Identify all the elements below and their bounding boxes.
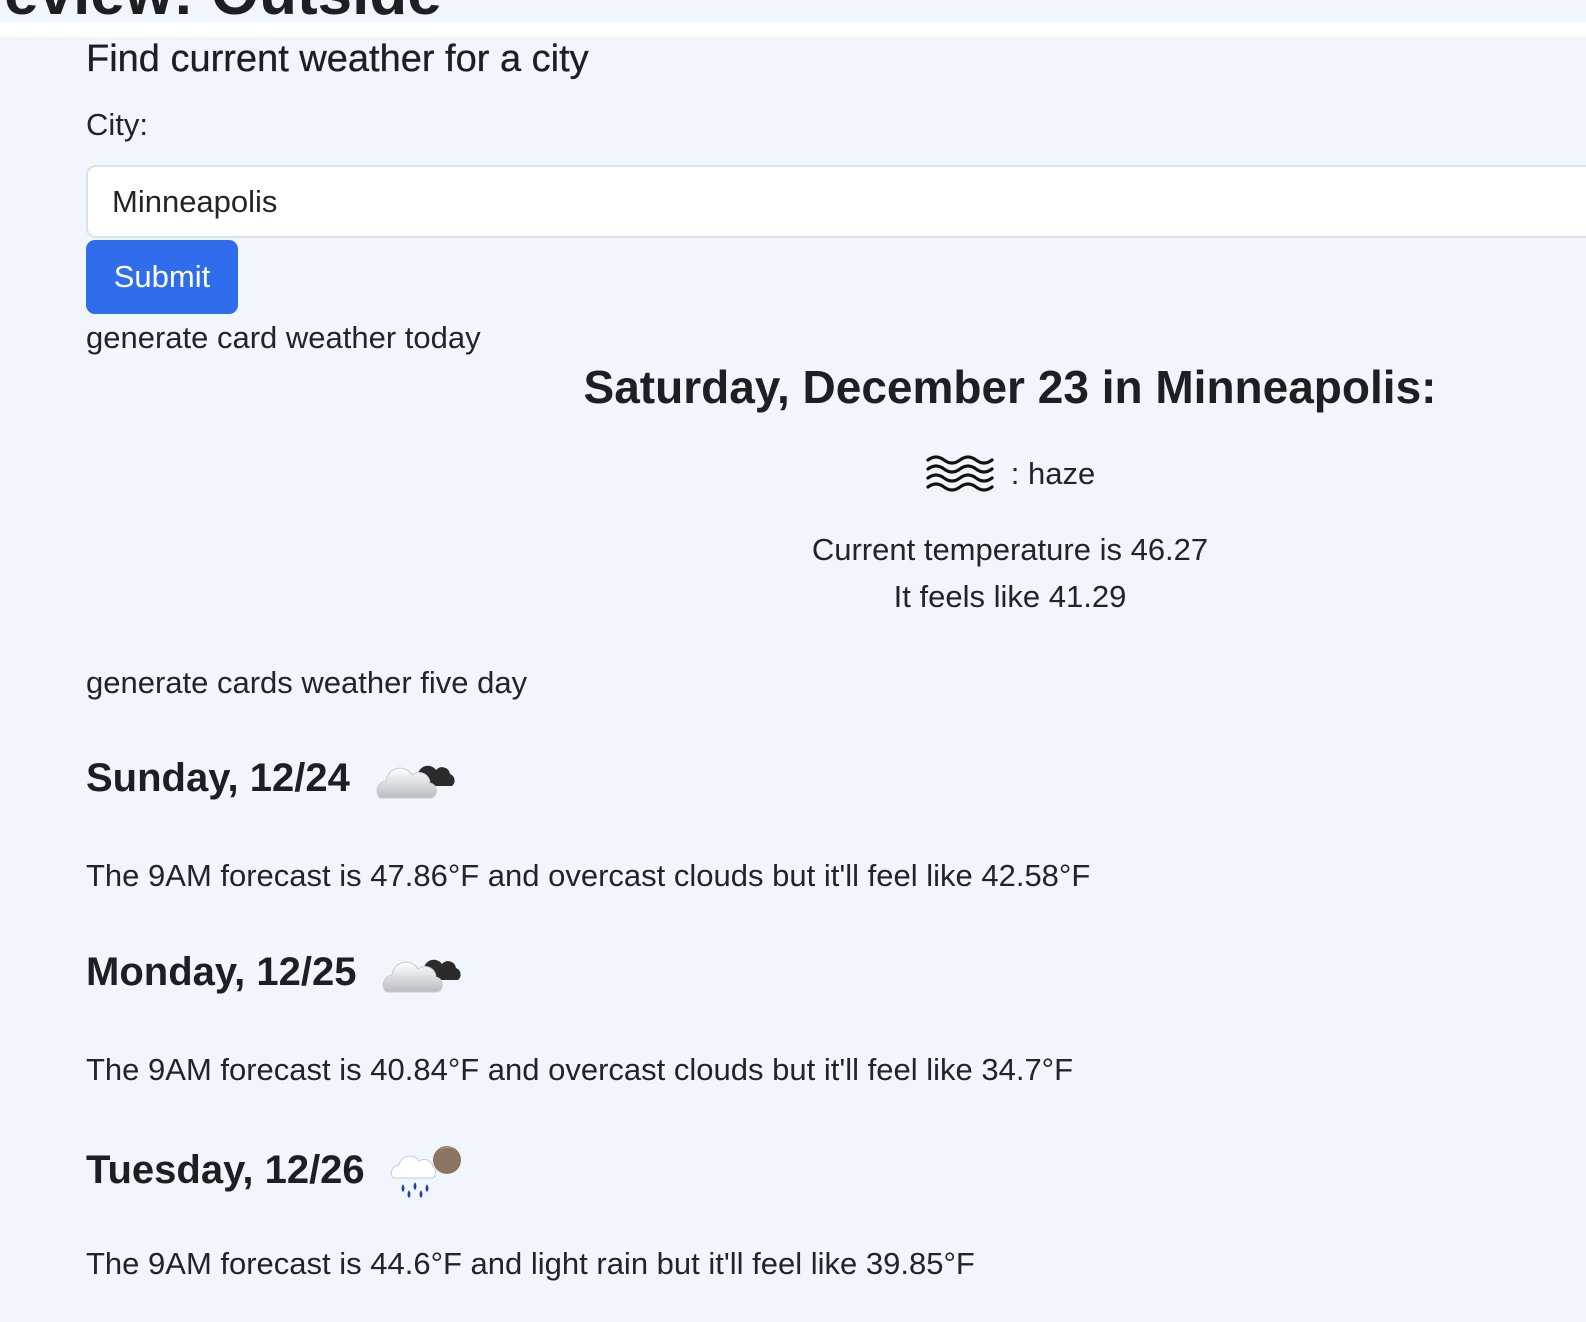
submit-button[interactable]: Submit	[86, 240, 238, 314]
today-condition-text: : haze	[1010, 456, 1096, 491]
forecast-text: The 9AM forecast is 47.86°F and overcast…	[86, 858, 1091, 893]
forecast-day-name: Sunday, 12/24	[86, 755, 350, 800]
today-weather-card: Saturday, December 23 in Minneapolis: : …	[500, 360, 1520, 620]
today-title: Saturday, December 23 in Minneapolis:	[583, 361, 1437, 413]
forecast-text: The 9AM forecast is 40.84°F and overcast…	[86, 1052, 1074, 1087]
city-input[interactable]	[86, 165, 1586, 238]
forecast-text: The 9AM forecast is 44.6°F and light rai…	[86, 1246, 975, 1281]
forecast-day-name: Tuesday, 12/26	[86, 1147, 365, 1192]
search-heading: Find current weather for a city	[86, 38, 589, 80]
forecast-day-card: Tuesday, 12/26	[86, 1140, 467, 1200]
forecast-day-card: Monday, 12/25	[86, 946, 464, 998]
today-condition: : haze	[500, 452, 1520, 496]
header-divider	[0, 22, 1586, 37]
today-temperatures: Current temperature is 46.27 It feels li…	[500, 526, 1520, 620]
light-rain-icon	[387, 1140, 467, 1200]
forecast-day-card: Sunday, 12/24	[86, 752, 458, 804]
overcast-clouds-icon	[372, 752, 458, 804]
current-temperature: Current temperature is 46.27	[811, 532, 1209, 567]
city-label: City:	[86, 107, 148, 142]
page-title: review: Outside	[0, 0, 442, 22]
feels-like-temperature: It feels like 41.29	[893, 579, 1127, 614]
haze-icon	[925, 452, 997, 496]
overcast-clouds-icon	[378, 946, 464, 998]
five-day-section-label: generate cards weather five day	[86, 665, 528, 700]
today-section-label: generate card weather today	[86, 320, 481, 355]
page-header-cutoff: review: Outside	[0, 0, 1586, 22]
forecast-day-name: Monday, 12/25	[86, 949, 357, 994]
